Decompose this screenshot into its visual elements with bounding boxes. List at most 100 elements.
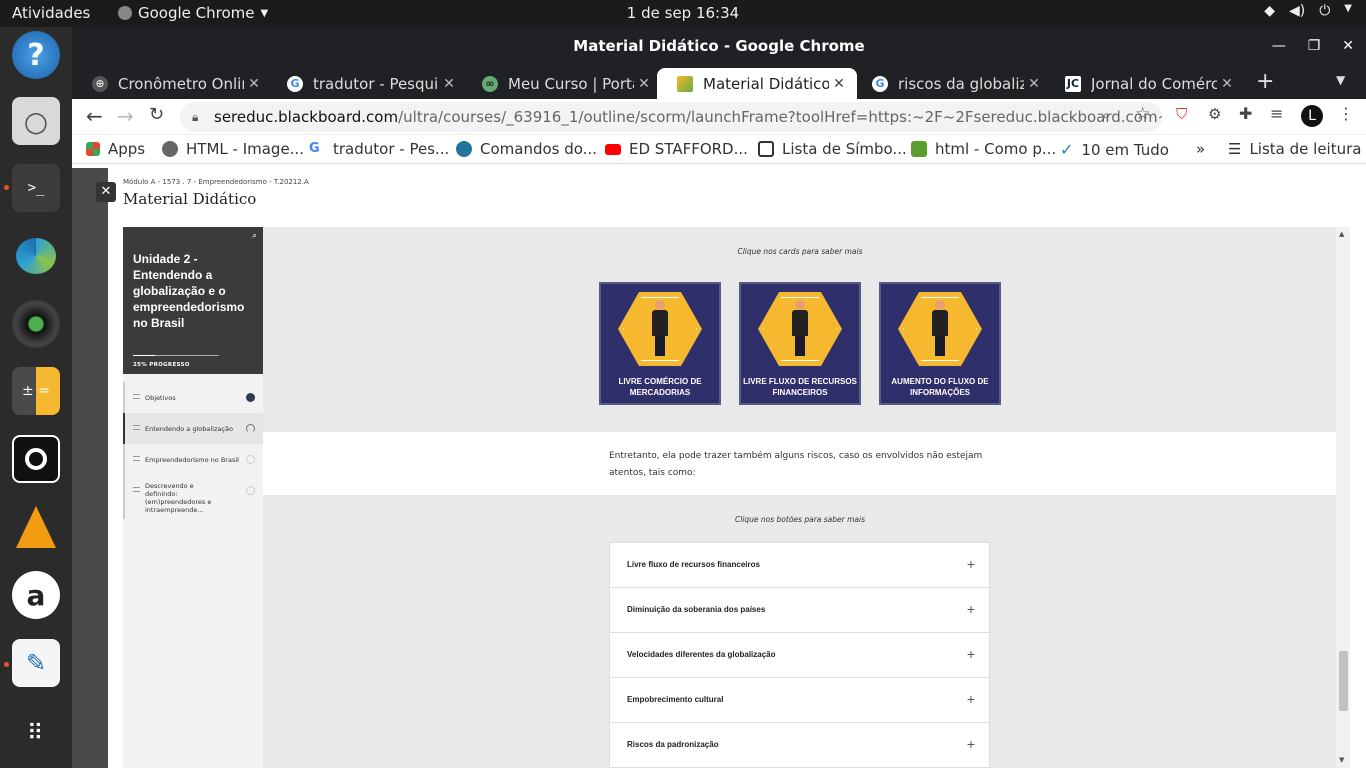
vlc-icon[interactable] xyxy=(12,503,60,551)
tab-close-icon[interactable]: ✕ xyxy=(1217,76,1237,92)
content-scrollbar[interactable]: ▲ ▼ xyxy=(1336,227,1350,768)
shield-extension-icon[interactable]: ⛉ xyxy=(1176,105,1187,123)
system-top-bar: Atividades Google Chrome ▼ 1 de sep 16:3… xyxy=(0,0,1366,27)
tab-search-icon[interactable]: ▼ xyxy=(1336,73,1345,87)
screenshot-icon[interactable] xyxy=(12,435,60,483)
progress-fill xyxy=(133,355,155,356)
accordion-item[interactable]: Empobrecimento cultural + xyxy=(610,678,989,723)
tab-close-icon[interactable]: ✕ xyxy=(829,76,849,92)
webcam-icon[interactable] xyxy=(12,300,60,348)
new-tab-icon[interactable]: + xyxy=(1256,69,1274,94)
calculator-icon[interactable]: ± = xyxy=(12,367,60,415)
text-block: Entretanto, ela pode trazer também algun… xyxy=(263,432,1336,495)
chrome-window: Material Didático - Google Chrome — ❐ ✕ … xyxy=(72,27,1366,768)
lesson-icon xyxy=(133,487,140,492)
plus-icon: + xyxy=(966,556,975,572)
scrollbar-thumb[interactable] xyxy=(1339,651,1348,711)
puzzle-icon[interactable]: ✚ xyxy=(1239,104,1252,123)
system-tray[interactable]: ◆ ◀) ⏻ ▼ xyxy=(1264,3,1352,19)
bookmark-apps[interactable]: Apps xyxy=(86,140,145,158)
help-icon[interactable]: ? xyxy=(12,31,60,79)
close-icon[interactable]: ✕ xyxy=(1342,27,1354,65)
terminal-icon[interactable]: >_ xyxy=(12,164,60,212)
stack-icon xyxy=(911,141,927,157)
jc-icon: JC xyxy=(1065,75,1081,92)
close-panel-button[interactable]: ✕ xyxy=(96,182,116,202)
card-aumento-informacoes[interactable]: AUMENTO DO FLUXO DE INFORMAÇÕES xyxy=(879,282,1001,405)
avatar[interactable]: L xyxy=(1301,105,1323,127)
accordion-item[interactable]: Livre fluxo de recursos financeiros + xyxy=(610,543,989,588)
status-complete-icon xyxy=(246,393,255,402)
media-queue-icon[interactable]: ≡ xyxy=(1270,104,1283,123)
bookmark-10-em-tudo[interactable]: ✓ 10 em Tudo xyxy=(1060,140,1169,159)
browser-toolbar: ← → ↻ 🔒︎ sereduc.blackboard.com/ultra/co… xyxy=(72,99,1366,135)
window-titlebar[interactable]: Material Didático - Google Chrome — ❐ ✕ xyxy=(72,27,1366,65)
tab-close-icon[interactable]: ✕ xyxy=(439,76,459,92)
bookmark-tradutor[interactable]: Gtradutor - Pes... xyxy=(309,140,449,158)
businessman-illustration xyxy=(792,300,808,358)
lesson-item-descrevendo[interactable]: Descrevendo e definindo: (em)preendedore… xyxy=(123,475,263,519)
page-title: Material Didático xyxy=(123,190,257,208)
forward-icon[interactable]: → xyxy=(117,104,134,128)
bookmark-comandos[interactable]: Comandos do... xyxy=(456,140,597,158)
apps-grid-icon[interactable]: ⠿ xyxy=(12,710,60,758)
reload-icon[interactable]: ↻ xyxy=(149,104,164,125)
card-livre-comercio[interactable]: LIVRE COMÉRCIO DE MERCADORIAS xyxy=(599,282,721,405)
cards-hint: Clique nos cards para saber mais xyxy=(737,247,863,256)
minimize-icon[interactable]: — xyxy=(1272,27,1286,65)
text-editor-icon[interactable]: ✎ xyxy=(12,639,60,687)
card-livre-fluxo[interactable]: LIVRE FLUXO DE RECURSOS FINANCEIROS xyxy=(739,282,861,405)
wifi-icon: ◆ xyxy=(1264,3,1275,19)
bookmark-star-icon[interactable]: ☆ xyxy=(1135,104,1150,124)
magnifier-icon[interactable]: ○ xyxy=(12,97,60,145)
accordion-item[interactable]: Riscos da padronização + xyxy=(610,723,989,768)
lesson-item-entendendo[interactable]: Entendendo a globalização xyxy=(123,413,263,444)
status-pending-icon xyxy=(246,486,255,495)
tab-jornal-comercio[interactable]: JC Jornal do Comércio ✕ xyxy=(1045,68,1245,99)
scroll-down-icon[interactable]: ▼ xyxy=(1339,756,1344,764)
status-pending-icon xyxy=(246,455,255,464)
bookmarks-overflow[interactable]: » xyxy=(1196,140,1205,158)
progress-label: 25% PROGRESSO xyxy=(133,362,190,368)
address-bar[interactable]: 🔒︎ sereduc.blackboard.com/ultra/courses/… xyxy=(180,102,1162,132)
tab-close-icon[interactable]: ✕ xyxy=(1024,76,1044,92)
scroll-up-icon[interactable]: ▲ xyxy=(1339,230,1344,238)
volume-icon: ◀) xyxy=(1288,3,1306,19)
extension-icon[interactable]: ⚙ xyxy=(1208,105,1221,123)
bookmark-lista-simbolos[interactable]: Lista de Símbo... xyxy=(758,140,907,158)
reading-list[interactable]: ☰ Lista de leitura xyxy=(1228,140,1361,158)
photo-editor-icon[interactable] xyxy=(12,232,60,280)
globe-icon xyxy=(162,141,178,157)
accordion-item[interactable]: Diminuição da soberania dos países + xyxy=(610,588,989,633)
tab-tradutor[interactable]: G tradutor - Pesquisa ✕ xyxy=(267,68,467,99)
running-indicator xyxy=(4,185,9,190)
bookmark-html-image[interactable]: HTML - Image... xyxy=(162,140,304,158)
tab-close-icon[interactable]: ✕ xyxy=(244,76,264,92)
page-background-left xyxy=(72,168,108,768)
clock[interactable]: 1 de sep 16:34 xyxy=(0,4,1366,22)
maximize-icon[interactable]: ❐ xyxy=(1308,27,1321,65)
tab-riscos-globalizacao[interactable]: G riscos da globalização ✕ xyxy=(852,68,1052,99)
course-icon: ∞ xyxy=(482,75,498,92)
back-icon[interactable]: ← xyxy=(86,104,103,128)
bookmark-ed-stafford[interactable]: ED STAFFORD... xyxy=(605,140,748,158)
accordion-item[interactable]: Velocidades diferentes da globalização + xyxy=(610,633,989,678)
search-icon[interactable]: ⌕ xyxy=(252,231,257,241)
unit-title: Unidade 2 - Entendendo a globalização e … xyxy=(133,252,245,330)
bookmark-html-como[interactable]: html - Como p... xyxy=(911,140,1056,158)
google-icon: G xyxy=(309,141,325,157)
tab-cronometro[interactable]: ⊕ Cronômetro Online ✕ xyxy=(72,68,272,99)
lesson-item-empreendedorismo[interactable]: Empreendedorismo no Brasil xyxy=(123,444,263,475)
status-in-progress-icon xyxy=(246,424,255,433)
menu-icon[interactable]: ⋮ xyxy=(1338,104,1354,123)
tab-material-didatico[interactable]: Material Didático ✕ xyxy=(657,68,857,99)
lesson-item-objetivos[interactable]: Objetivos xyxy=(123,382,263,413)
tab-close-icon[interactable]: ✕ xyxy=(634,76,654,92)
card-label: AUMENTO DO FLUXO DE INFORMAÇÕES xyxy=(891,377,989,397)
tab-meu-curso[interactable]: ∞ Meu Curso | Portal ✕ xyxy=(462,68,662,99)
amazon-icon[interactable]: a xyxy=(12,571,60,619)
search-icon[interactable]: ⌕ xyxy=(1102,106,1110,124)
lesson-list: Objetivos Entendendo a globalização Empr… xyxy=(123,374,263,768)
lock-icon: 🔒︎ xyxy=(192,110,199,124)
running-indicator xyxy=(4,662,9,667)
